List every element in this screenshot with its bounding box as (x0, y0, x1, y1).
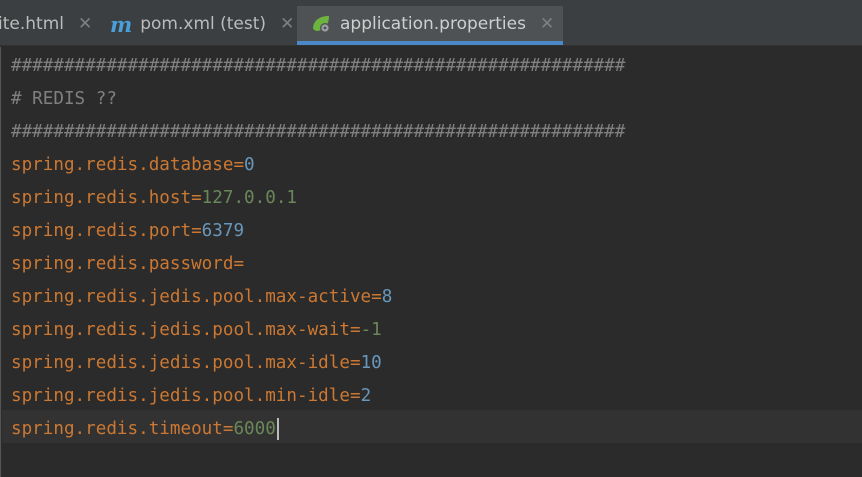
property-equals: = (349, 386, 361, 406)
tab-label: ite.html (0, 14, 64, 34)
tab-html-file[interactable]: ite.html ✕ (0, 6, 92, 42)
property-line: spring.redis.password= (11, 248, 244, 281)
property-line: spring.redis.database=0 (11, 149, 255, 182)
property-value: 8 (381, 287, 393, 307)
property-equals: = (233, 254, 245, 274)
close-icon[interactable]: ✕ (280, 14, 294, 34)
spring-leaf-icon (313, 16, 330, 33)
close-icon[interactable]: ✕ (78, 14, 92, 34)
property-key: spring.redis.host (11, 188, 192, 208)
property-key: spring.redis.jedis.pool.max-idle (11, 353, 350, 373)
text-caret (276, 418, 279, 440)
comment-line: ########################################… (11, 122, 626, 142)
tab-pom-xml[interactable]: m pom.xml (test) ✕ (110, 6, 294, 42)
property-line: spring.redis.jedis.pool.min-idle=2 (11, 380, 371, 413)
property-equals: = (222, 419, 234, 439)
property-key: spring.redis.jedis.pool.max-wait (11, 320, 350, 340)
property-line: spring.redis.port=6379 (11, 215, 244, 248)
tab-label: pom.xml (test) (140, 14, 267, 34)
property-value: 10 (360, 353, 382, 373)
property-value: -1 (360, 320, 382, 340)
property-value: 6000 (233, 419, 276, 439)
property-key: spring.redis.database (11, 155, 234, 175)
property-line: spring.redis.host=127.0.0.1 (11, 182, 297, 215)
comment-line: # REDIS ?? (11, 89, 117, 109)
property-value: 0 (244, 155, 255, 175)
property-equals: = (371, 287, 382, 307)
property-equals: = (191, 188, 202, 208)
code-editor[interactable]: ########################################… (0, 47, 862, 477)
property-value: 6379 (201, 221, 245, 241)
property-key: spring.redis.timeout (11, 419, 223, 439)
property-key: spring.redis.port (11, 221, 192, 241)
editor-tab-bar: ite.html ✕ m pom.xml (test) ✕ applicatio… (0, 0, 862, 46)
property-equals: = (349, 353, 361, 373)
active-tab-indicator (297, 41, 563, 45)
maven-m-icon: m (110, 11, 133, 37)
property-line: spring.redis.jedis.pool.max-wait=-1 (11, 314, 382, 347)
property-key: spring.redis.jedis.pool.max-active (11, 287, 372, 307)
property-line: spring.redis.jedis.pool.max-idle=10 (11, 347, 382, 380)
property-equals: = (191, 221, 202, 241)
property-equals: = (233, 155, 245, 175)
property-key: spring.redis.password (11, 254, 234, 274)
tab-application-properties[interactable]: application.properties ✕ (297, 6, 563, 45)
close-icon[interactable]: ✕ (540, 14, 554, 34)
tab-label: application.properties (340, 14, 526, 34)
comment-line: ########################################… (11, 56, 626, 76)
property-key: spring.redis.jedis.pool.min-idle (11, 386, 350, 406)
property-value: 2 (360, 386, 372, 406)
property-line: spring.redis.jedis.pool.max-active=8 (11, 281, 392, 314)
property-value: 127.0.0.1 (201, 188, 298, 208)
property-line: spring.redis.timeout=6000 (11, 413, 279, 446)
property-equals: = (349, 320, 361, 340)
